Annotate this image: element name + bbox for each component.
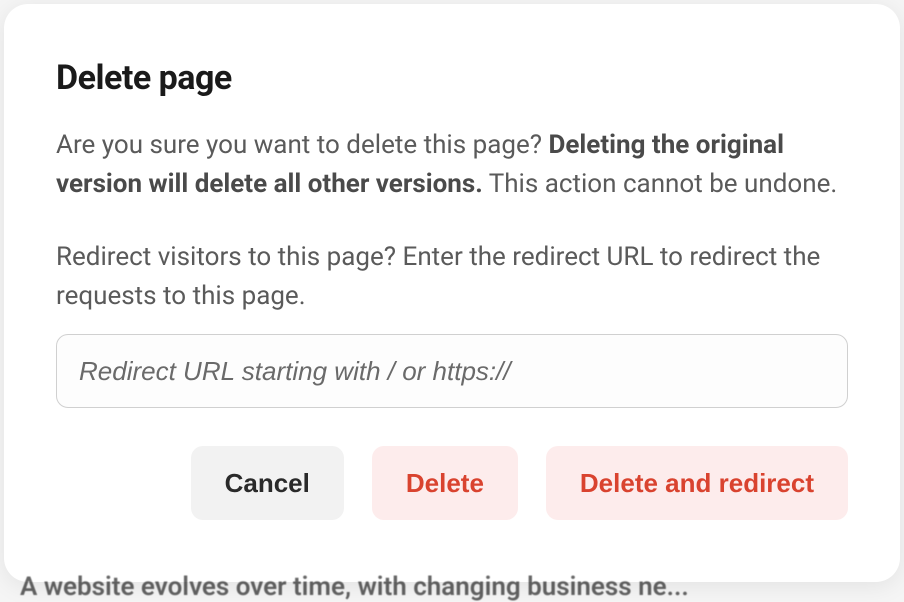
- warning-suffix: This action cannot be undone.: [483, 169, 837, 199]
- redirect-url-input[interactable]: [56, 334, 848, 408]
- modal-actions: Cancel Delete Delete and redirect: [56, 446, 848, 520]
- delete-button[interactable]: Delete: [372, 446, 518, 520]
- cancel-button[interactable]: Cancel: [191, 446, 344, 520]
- warning-prefix: Are you sure you want to delete this pag…: [56, 130, 548, 160]
- delete-page-modal: Delete page Are you sure you want to del…: [4, 4, 900, 582]
- modal-warning-text: Are you sure you want to delete this pag…: [56, 126, 848, 204]
- redirect-prompt: Redirect visitors to this page? Enter th…: [56, 238, 848, 316]
- background-body-text: A website evolves over time, with changi…: [0, 572, 904, 602]
- modal-title: Delete page: [56, 58, 848, 98]
- delete-and-redirect-button[interactable]: Delete and redirect: [546, 446, 848, 520]
